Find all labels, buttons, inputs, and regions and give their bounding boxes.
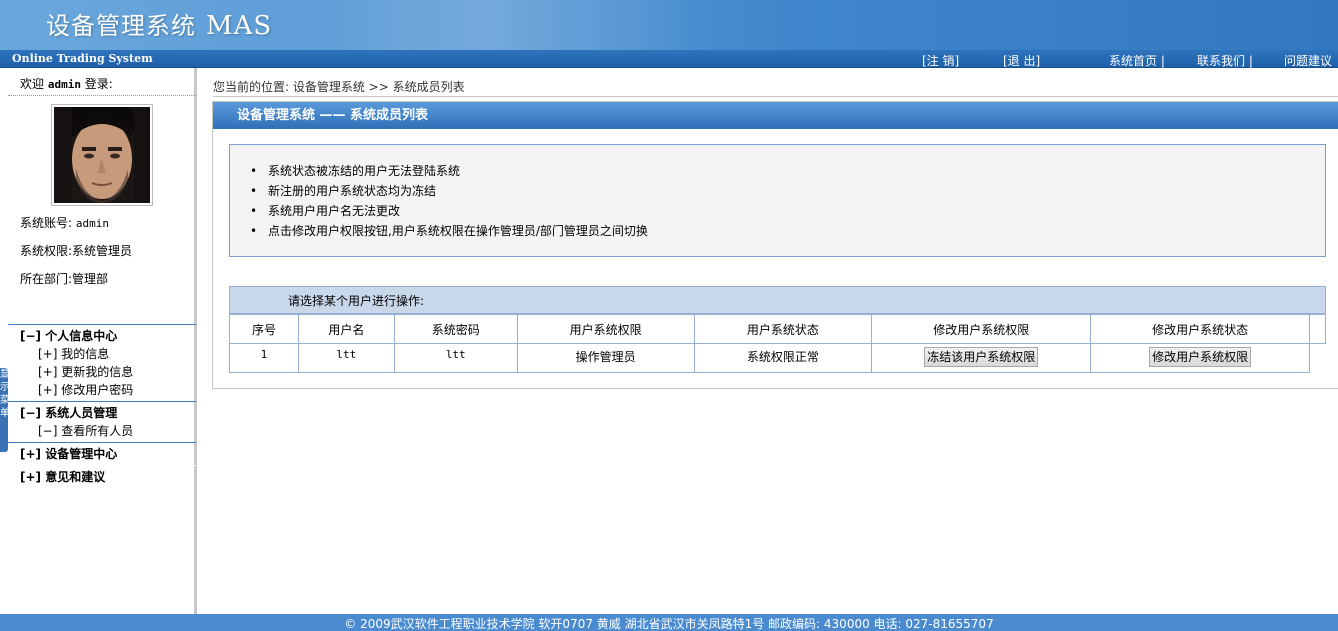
note-item: • 点击修改用户权限按钮,用户系统权限在操作管理员/部门管理员之间切换 xyxy=(250,224,648,238)
account-value: admin xyxy=(75,217,109,230)
role-value: 系统管理员 xyxy=(72,244,133,258)
role-info: 系统权限:系统管理员 xyxy=(20,242,132,259)
footer: © 2009武汉软件工程职业技术学院 软开0707 黄威 湖北省武汉市关凤路特1… xyxy=(0,614,1338,631)
welcome-suffix: 登录: xyxy=(84,77,113,91)
avatar xyxy=(51,104,153,206)
cell-status: 系统权限正常 xyxy=(693,343,873,373)
app-title: 设备管理系统 MAS xyxy=(46,6,272,41)
menu-view-all-staff[interactable]: [−] 查看所有人员 xyxy=(38,422,133,440)
notes-list: • 系统状态被冻结的用户无法登陆系统 • 新注册的用户系统状态均为冻结 • 系统用户用… xyxy=(250,161,648,241)
main-panel: 设备管理系统 —— 系统成员列表 • 系统状态被冻结的用户无法登陆系统 • 新注册的… xyxy=(212,101,1338,389)
home-link[interactable]: 系统首页 | xyxy=(1109,52,1165,69)
role-label: 系统权限: xyxy=(20,244,73,258)
menu-personal-center[interactable]: [−] 个人信息中心 xyxy=(8,324,196,346)
table-caption: 请选择某个用户进行操作: xyxy=(229,286,1326,314)
menu-suggestions[interactable]: [+] 意见和建议 xyxy=(8,465,196,487)
cell-action-modify: 修改用户系统权限 xyxy=(1090,343,1310,373)
avatar-photo xyxy=(54,107,150,203)
contact-link[interactable]: 联系我们 | xyxy=(1197,52,1253,69)
cell-username: ltt xyxy=(297,343,395,373)
modify-role-button[interactable]: 修改用户系统权限 xyxy=(1149,347,1252,367)
dept-info: 所在部门:管理部 xyxy=(20,270,108,287)
menu-change-password[interactable]: [+] 修改用户密码 xyxy=(38,381,133,399)
breadcrumb: 您当前的位置: 设备管理系统 >> 系统成员列表 xyxy=(213,80,465,94)
user-table-wrap: 请选择某个用户进行操作: 序号 用户名 系统密码 用户系统权限 用户系统状态 修… xyxy=(229,286,1327,373)
app-subtitle: Online Trading System xyxy=(12,52,153,65)
col-status: 用户系统状态 xyxy=(693,314,873,344)
panel-title: 设备管理系统 —— 系统成员列表 xyxy=(213,102,1338,129)
cell-action-freeze: 冻结该用户系统权限 xyxy=(871,343,1092,373)
menu-update-info[interactable]: [+] 更新我的信息 xyxy=(38,363,133,381)
table-header-row: 序号 用户名 系统密码 用户系统权限 用户系统状态 修改用户系统权限 修改用户系… xyxy=(229,314,1327,344)
app-title-text: 设备管理系统 xyxy=(46,12,196,40)
notes-box: • 系统状态被冻结的用户无法登陆系统 • 新注册的用户系统状态均为冻结 • 系统用户用… xyxy=(229,144,1326,257)
freeze-user-button[interactable]: 冻结该用户系统权限 xyxy=(924,347,1039,367)
app-title-suffix: MAS xyxy=(206,11,273,41)
sidebar: 欢迎 admin 登录: 系统账号: admin 系统权限:系统管理员 所在部门… xyxy=(8,68,197,614)
col-index: 序号 xyxy=(229,314,299,344)
note-item: • 系统用户用户名无法更改 xyxy=(250,204,401,218)
col-modify-role: 修改用户系统权限 xyxy=(871,314,1092,344)
welcome-line: 欢迎 admin 登录: xyxy=(8,72,196,96)
header-banner: 设备管理系统 MAS xyxy=(0,0,1338,50)
breadcrumb-divider xyxy=(213,96,1338,97)
feedback-link[interactable]: 问题建议 xyxy=(1284,52,1332,69)
exit-link[interactable]: [退 出] xyxy=(1003,52,1040,69)
col-filler xyxy=(1308,314,1327,344)
top-navbar: Online Trading System [注 销] [退 出] 系统首页 |… xyxy=(0,50,1338,68)
cell-filler xyxy=(1308,343,1326,373)
welcome-prefix: 欢迎 xyxy=(20,77,45,91)
account-info: 系统账号: admin xyxy=(20,214,109,231)
col-modify-status: 修改用户系统状态 xyxy=(1090,314,1310,344)
table-row: 1 ltt ltt 操作管理员 系统权限正常 冻结该用户系统权限 修改用户系统权… xyxy=(229,343,1326,373)
menu-my-info[interactable]: [+] 我的信息 xyxy=(38,345,109,363)
cell-role: 操作管理员 xyxy=(516,343,695,373)
note-item: • 系统状态被冻结的用户无法登陆系统 xyxy=(250,164,461,178)
dept-label: 所在部门: xyxy=(20,272,73,286)
dept-value: 管理部 xyxy=(72,272,109,286)
cell-password: ltt xyxy=(393,343,518,373)
logout-link[interactable]: [注 销] xyxy=(922,52,959,69)
cell-index: 1 xyxy=(229,343,299,373)
col-password: 系统密码 xyxy=(393,314,518,344)
col-role: 用户系统权限 xyxy=(516,314,695,344)
toggle-menu-tab[interactable]: 显示菜单 xyxy=(0,368,8,452)
note-item: • 新注册的用户系统状态均为冻结 xyxy=(250,184,437,198)
user-table: 序号 用户名 系统密码 用户系统权限 用户系统状态 修改用户系统权限 修改用户系… xyxy=(229,314,1327,373)
menu-device-center[interactable]: [+] 设备管理中心 xyxy=(8,442,196,464)
menu-staff-management[interactable]: [−] 系统人员管理 xyxy=(8,401,196,423)
account-label: 系统账号: xyxy=(20,216,73,230)
welcome-username: admin xyxy=(47,78,81,91)
col-username: 用户名 xyxy=(297,314,395,344)
